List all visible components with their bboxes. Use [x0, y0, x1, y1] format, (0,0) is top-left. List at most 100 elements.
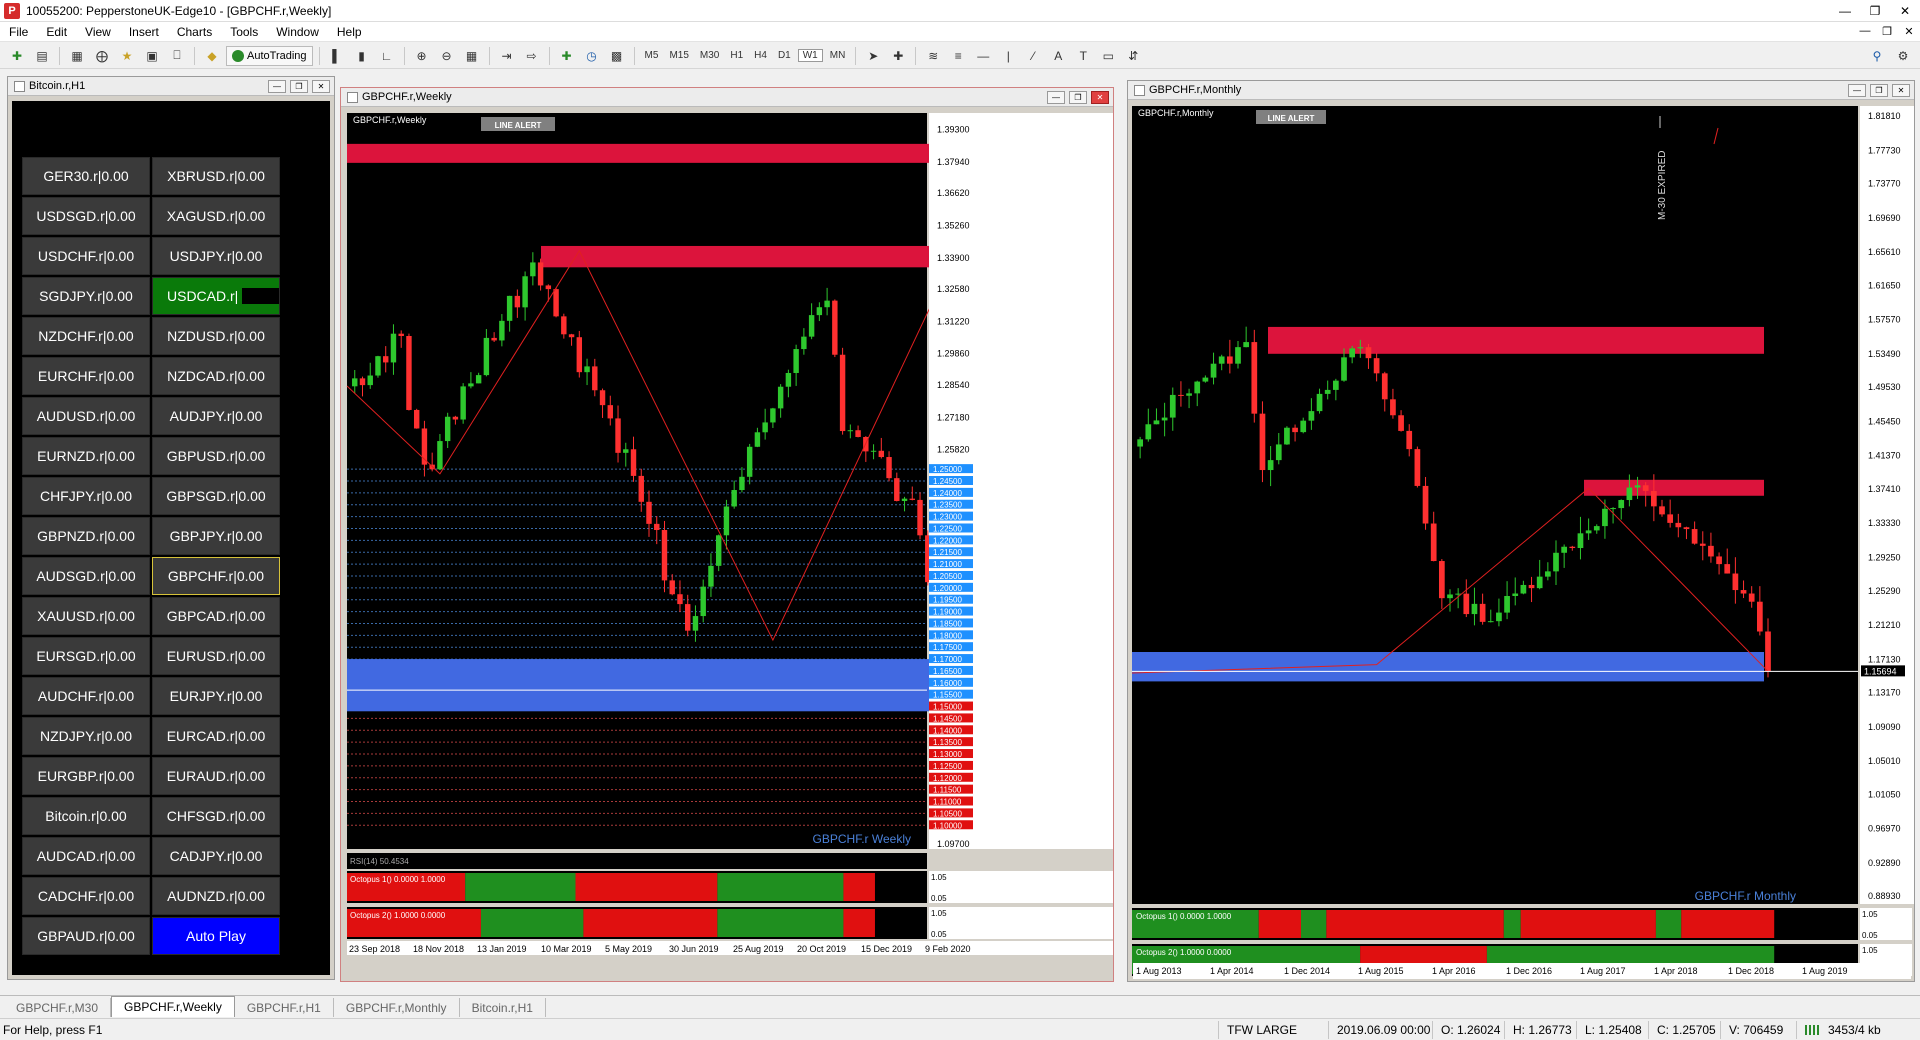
symbol-button[interactable]: GBPNZD.r|0.00: [22, 517, 150, 555]
tf-m30[interactable]: M30: [696, 50, 723, 61]
bitcoin-close-button[interactable]: ✕: [312, 79, 330, 93]
symbol-button[interactable]: XAUUSD.r|0.00: [22, 597, 150, 635]
mdi-restore-button[interactable]: ❐: [1876, 25, 1898, 38]
minimize-button[interactable]: —: [1830, 1, 1860, 21]
candlestick-icon[interactable]: ▮: [351, 46, 373, 66]
symbol-button[interactable]: NZDJPY.r|0.00: [22, 717, 150, 755]
menu-window[interactable]: Window: [267, 25, 328, 39]
symbol-button[interactable]: GBPJPY.r|0.00: [152, 517, 280, 555]
bitcoin-chart-area[interactable]: GER30.r|0.00 XBRUSD.r|0.00 USDSGD.r|0.00 XA…: [12, 101, 330, 975]
text-label-icon[interactable]: T: [1072, 46, 1094, 66]
zoom-out-icon[interactable]: ⊖: [436, 46, 458, 66]
symbol-button[interactable]: EURGBP.r|0.00: [22, 757, 150, 795]
new-order-icon[interactable]: ◆: [201, 46, 223, 66]
tab-gbpchf-monthly[interactable]: GBPCHF.r,Monthly: [334, 998, 460, 1017]
rectangle-icon[interactable]: ▭: [1097, 46, 1119, 66]
arrows-icon[interactable]: ⇵: [1122, 46, 1144, 66]
tf-d1[interactable]: D1: [774, 50, 795, 61]
indicators-icon[interactable]: ✚: [556, 46, 578, 66]
symbol-button[interactable]: NZDUSD.r|0.00: [152, 317, 280, 355]
templates-icon[interactable]: ▩: [606, 46, 628, 66]
new-chart-icon[interactable]: ✚: [6, 46, 28, 66]
auto-play-button[interactable]: Auto Play: [152, 917, 280, 955]
symbol-button[interactable]: CADCHF.r|0.00: [22, 877, 150, 915]
data-window-icon[interactable]: ⨁: [91, 46, 113, 66]
symbol-button[interactable]: XBRUSD.r|0.00: [152, 157, 280, 195]
symbol-button[interactable]: SGDJPY.r|0.00: [22, 277, 150, 315]
tf-m15[interactable]: M15: [665, 50, 692, 61]
menu-help[interactable]: Help: [328, 25, 371, 39]
symbol-button[interactable]: GBPCAD.r|0.00: [152, 597, 280, 635]
symbol-button[interactable]: XAGUSD.r|0.00: [152, 197, 280, 235]
symbol-button[interactable]: GBPCHF.r|0.00: [152, 557, 280, 595]
symbol-button[interactable]: NZDCAD.r|0.00: [152, 357, 280, 395]
weekly-close-button[interactable]: ✕: [1091, 90, 1109, 104]
menu-file[interactable]: File: [0, 25, 37, 39]
symbol-button[interactable]: USDJPY.r|0.00: [152, 237, 280, 275]
menu-insert[interactable]: Insert: [120, 25, 168, 39]
auto-scroll-icon[interactable]: ⇨: [521, 46, 543, 66]
autotrading-button[interactable]: AutoTrading: [226, 45, 313, 66]
tf-h1[interactable]: H1: [726, 50, 747, 61]
weekly-restore-button[interactable]: ❐: [1069, 90, 1087, 104]
search-icon[interactable]: ⚲: [1866, 46, 1888, 66]
mdi-minimize-button[interactable]: —: [1854, 25, 1876, 38]
tab-gbpchf-weekly[interactable]: GBPCHF.r,Weekly: [111, 996, 235, 1017]
bitcoin-restore-button[interactable]: ❐: [290, 79, 308, 93]
symbol-button[interactable]: GER30.r|0.00: [22, 157, 150, 195]
menu-view[interactable]: View: [76, 25, 120, 39]
symbol-button[interactable]: Bitcoin.r|0.00: [22, 797, 150, 835]
symbol-button[interactable]: AUDCHF.r|0.00: [22, 677, 150, 715]
tf-h4[interactable]: H4: [750, 50, 771, 61]
bitcoin-window-titlebar[interactable]: Bitcoin.r,H1 — ❐ ✕: [8, 77, 334, 96]
settings-icon[interactable]: ⚙: [1892, 46, 1914, 66]
weekly-window-titlebar[interactable]: GBPCHF.r,Weekly — ❐ ✕: [341, 88, 1113, 107]
symbol-button[interactable]: EURAUD.r|0.00: [152, 757, 280, 795]
tf-w1[interactable]: W1: [797, 49, 823, 62]
vertical-line-icon[interactable]: |: [997, 46, 1019, 66]
bitcoin-minimize-button[interactable]: —: [268, 79, 286, 93]
tab-bitcoin-h1[interactable]: Bitcoin.r,H1: [460, 998, 546, 1017]
symbol-button[interactable]: EURNZD.r|0.00: [22, 437, 150, 475]
menu-edit[interactable]: Edit: [37, 25, 76, 39]
terminal-icon[interactable]: ▣: [141, 46, 163, 66]
symbol-button[interactable]: EURSGD.r|0.00: [22, 637, 150, 675]
fibonacci-icon[interactable]: ≋: [922, 46, 944, 66]
navigator-icon[interactable]: ★: [116, 46, 138, 66]
symbol-button[interactable]: CHFJPY.r|0.00: [22, 477, 150, 515]
symbol-button[interactable]: USDSGD.r|0.00: [22, 197, 150, 235]
symbol-button[interactable]: GBPAUD.r|0.00: [22, 917, 150, 955]
symbol-button[interactable]: AUDCAD.r|0.00: [22, 837, 150, 875]
tf-m5[interactable]: M5: [641, 50, 663, 61]
symbol-button[interactable]: NZDCHF.r|0.00: [22, 317, 150, 355]
symbol-button[interactable]: EURCAD.r|0.00: [152, 717, 280, 755]
symbol-button[interactable]: CADJPY.r|0.00: [152, 837, 280, 875]
menu-tools[interactable]: Tools: [221, 25, 267, 39]
symbol-button[interactable]: AUDNZD.r|0.00: [152, 877, 280, 915]
text-icon[interactable]: A: [1047, 46, 1069, 66]
monthly-restore-button[interactable]: ❐: [1870, 83, 1888, 97]
bar-chart-icon[interactable]: ▌: [326, 46, 348, 66]
chart-shift-icon[interactable]: ⇥: [496, 46, 518, 66]
line-chart-icon[interactable]: ∟: [376, 46, 398, 66]
monthly-minimize-button[interactable]: —: [1848, 83, 1866, 97]
symbol-button[interactable]: EURJPY.r|0.00: [152, 677, 280, 715]
monthly-window-titlebar[interactable]: GBPCHF.r,Monthly — ❐ ✕: [1128, 81, 1914, 100]
menu-charts[interactable]: Charts: [168, 25, 221, 39]
monthly-chart[interactable]: GBPCHF.r,Monthly LINE ALERT M-30 EXPIRED GB…: [1128, 100, 1914, 981]
tab-gbpchf-h1[interactable]: GBPCHF.r,H1: [235, 998, 334, 1017]
restore-button[interactable]: ❐: [1860, 1, 1890, 21]
profiles-icon[interactable]: ▤: [31, 46, 53, 66]
strategy-tester-icon[interactable]: ⎕: [166, 46, 188, 66]
weekly-chart[interactable]: GBPCHF.r,Weekly LINE ALERT GBPCHF.r Weekly…: [341, 107, 1113, 981]
symbol-button[interactable]: CHFSGD.r|0.00: [152, 797, 280, 835]
tile-windows-icon[interactable]: ▦: [461, 46, 483, 66]
crosshair-icon[interactable]: ✚: [887, 46, 909, 66]
trendline-icon[interactable]: ⁄: [1022, 46, 1044, 66]
symbol-button[interactable]: GBPSGD.r|0.00: [152, 477, 280, 515]
periods-icon[interactable]: ◷: [581, 46, 603, 66]
symbol-button[interactable]: AUDUSD.r|0.00: [22, 397, 150, 435]
channel-icon[interactable]: ≡: [947, 46, 969, 66]
zoom-in-icon[interactable]: ⊕: [411, 46, 433, 66]
cursor-icon[interactable]: ➤: [862, 46, 884, 66]
